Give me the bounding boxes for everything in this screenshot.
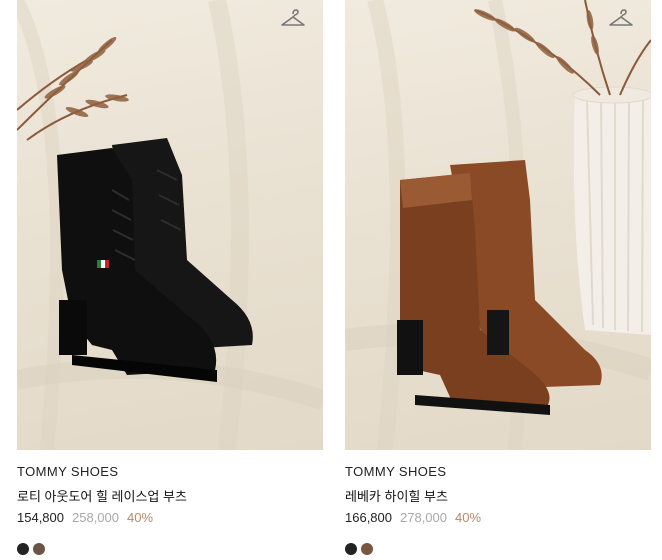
product-card[interactable]: TOMMY SHOES 레베카 하이힐 부츠 166,800 278,000 40%: [345, 0, 651, 555]
black-lace-up-boot-image: [17, 0, 323, 450]
color-swatches: [17, 542, 49, 560]
hanger-icon[interactable]: [280, 8, 306, 30]
discount-rate: 40%: [127, 510, 154, 525]
product-brand[interactable]: TOMMY SHOES: [17, 464, 118, 479]
color-swatches: [345, 542, 377, 560]
discount-rate: 40%: [455, 510, 482, 525]
color-swatch-black[interactable]: [345, 543, 357, 555]
hanger-icon[interactable]: [608, 8, 634, 30]
product-name[interactable]: 로티 아웃도어 힐 레이스업 부츠: [17, 486, 187, 505]
color-swatch-brown[interactable]: [361, 543, 373, 555]
product-card[interactable]: TOMMY SHOES 로티 아웃도어 힐 레이스업 부츠 154,800 258…: [17, 0, 323, 555]
product-image[interactable]: [17, 0, 323, 450]
product-image[interactable]: [345, 0, 651, 450]
price-row: 154,800 258,000 40%: [17, 510, 153, 525]
color-swatch-black[interactable]: [17, 543, 29, 555]
price-row: 166,800 278,000 40%: [345, 510, 481, 525]
original-price: 278,000: [400, 510, 447, 525]
product-name[interactable]: 레베카 하이힐 부츠: [345, 486, 448, 505]
brown-heel-boot-image: [345, 0, 651, 450]
product-brand[interactable]: TOMMY SHOES: [345, 464, 446, 479]
original-price: 258,000: [72, 510, 119, 525]
sale-price: 154,800: [17, 510, 64, 525]
color-swatch-brown[interactable]: [33, 543, 45, 555]
sale-price: 166,800: [345, 510, 392, 525]
